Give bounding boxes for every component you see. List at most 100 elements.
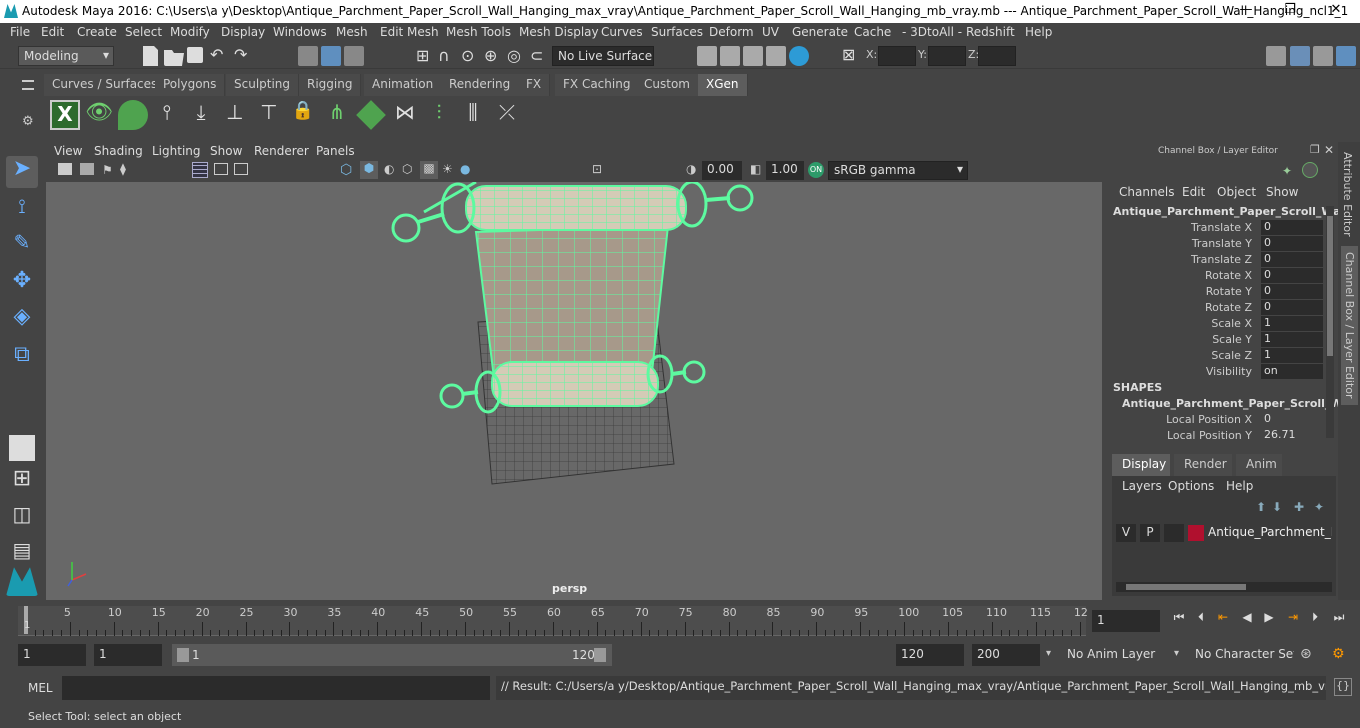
workspace-icon[interactable] [1266,46,1286,66]
xgen-preview-icon[interactable]: 👁 [84,100,114,130]
save-scene-icon[interactable] [187,47,203,63]
shelf-tab-fx-caching[interactable]: FX Caching [555,74,640,96]
shelf-options-gear-icon[interactable]: ⚙ [22,114,34,129]
channel-scale-z[interactable]: Scale Z1 [1106,348,1338,364]
shelf-tab-custom[interactable]: Custom [636,74,699,96]
shadows-icon[interactable]: ● [460,162,470,176]
channel-scale-y[interactable]: Scale Y1 [1106,332,1338,348]
viewport-menu-show[interactable]: Show [210,144,242,158]
xgen-sculpt-icon[interactable]: ⫶ [424,100,454,130]
playback-end-field[interactable]: 120 [896,644,964,666]
lasso-tool-icon[interactable]: ⟟ [6,194,38,226]
textured-icon[interactable]: ⬡ [402,162,412,176]
viewport-menu-panels[interactable]: Panels [316,144,355,158]
script-editor-icon[interactable]: {} [1334,678,1352,696]
menu-mesh[interactable]: Mesh [336,25,368,39]
step-forward-key-icon[interactable]: ⇥ [1286,610,1300,624]
channel-box-scroll-thumb[interactable] [1327,216,1333,356]
exposure-icon[interactable]: ◑ [686,162,696,176]
layer-row[interactable]: V P Antique_Parchment_Pap [1116,524,1332,544]
script-language-label[interactable]: MEL [28,681,53,695]
step-back-key-icon[interactable]: ⇤ [1216,610,1230,624]
layer-tab-display[interactable]: Display [1112,454,1170,476]
render-settings-icon[interactable] [766,46,786,66]
film-gate-icon[interactable] [214,163,228,175]
move-layer-down-icon[interactable]: ⬇ [1272,500,1282,514]
transform-mode-icon[interactable]: ⊠ [842,45,855,64]
menu-3dtoall[interactable]: - 3DtoAll - [902,25,962,39]
exposure-field[interactable]: 0.00 [702,161,742,180]
channel-box-menu-show[interactable]: Show [1266,185,1298,199]
layer-type-toggle[interactable] [1164,524,1184,542]
xgen-place-guides-icon[interactable]: ⤓ [186,100,216,130]
select-component-icon[interactable] [344,46,364,66]
wireframe-on-shaded-icon[interactable]: ◐ [384,162,394,176]
step-back-frame-icon[interactable]: ⏴ [1194,610,1208,624]
menu-curves[interactable]: Curves [601,25,643,39]
playback-settings-icon[interactable]: ⚙ [1332,646,1345,662]
menu-cache[interactable]: Cache [854,25,891,39]
xgen-delete-guides-icon[interactable]: ⤫ [492,100,522,130]
layer-color-swatch[interactable] [1188,525,1204,541]
select-hierarchy-icon[interactable] [298,46,318,66]
use-all-lights-icon[interactable]: ☀ [442,162,453,176]
menu-select[interactable]: Select [125,25,162,39]
snap-magnet-icon[interactable]: ⊂ [530,46,543,65]
gamma-icon[interactable]: ◧ [750,162,761,176]
menu-surfaces[interactable]: Surfaces [651,25,703,39]
perspective-viewport[interactable]: persp [46,182,1102,600]
menu-mesh-tools[interactable]: Mesh Tools [446,25,511,39]
menu-uv[interactable]: UV [762,25,779,39]
channel-box-layer-editor-tab[interactable]: Channel Box / Layer Editor [1341,246,1358,405]
image-plane-icon[interactable]: ⧫ [120,162,126,176]
channel-local-position-x[interactable]: Local Position X0 [1106,412,1338,428]
z-field[interactable] [978,46,1016,66]
go-to-start-icon[interactable]: ⏮ [1172,610,1186,624]
range-slider[interactable]: 1 120 [172,644,612,666]
shelf-tab-xgen[interactable]: XGen [698,74,748,96]
layer-menu-layers[interactable]: Layers [1122,479,1162,493]
xgen-comb-icon[interactable]: ⫼ [458,100,488,130]
two-view-layout-icon[interactable]: ◫ [6,502,38,534]
menu-mesh-display[interactable]: Mesh Display [519,25,599,39]
menu-edit-mesh[interactable]: Edit Mesh [380,25,439,39]
anim-layer-chevron-icon[interactable]: ▾ [1046,648,1051,659]
character-set-dropdown[interactable]: No Character Set [1190,644,1294,666]
channel-visibility[interactable]: Visibility on [1106,364,1338,380]
outliner-layout-icon[interactable]: ▤ [6,538,38,570]
play-forwards-icon[interactable]: ▶ [1262,610,1276,624]
shelf-tab-rendering[interactable]: Rendering [441,74,520,96]
channel-rotate-x[interactable]: Rotate X0 [1106,268,1338,284]
menu-edit[interactable]: Edit [41,25,64,39]
time-slider[interactable]: 1 5 10 15 20 25 30 35 40 45 50 55 60 65 70 75 80 85 90 95 1… [0,602,1360,638]
four-view-layout-icon[interactable]: ⊞ [6,466,38,498]
mode-selector[interactable]: Modeling ▾ [18,46,114,66]
current-frame-field[interactable]: 1 [1092,610,1160,632]
ipr-render-icon[interactable] [743,46,763,66]
layer-menu-options[interactable]: Options [1168,479,1214,493]
bookmark-icon[interactable]: ⚑ [102,163,113,177]
layer-tab-anim[interactable]: Anim [1236,454,1282,476]
paint-select-tool-icon[interactable]: ✎ [6,230,38,262]
menu-windows[interactable]: Windows [273,25,327,39]
shelf-tab-fx[interactable]: FX [518,74,551,96]
xgen-guides-to-curves-icon[interactable]: ⋈ [390,100,420,130]
move-layer-up-icon[interactable]: ⬆ [1256,500,1266,514]
grid-toggle-icon[interactable] [192,162,208,178]
menu-generate[interactable]: Generate [792,25,848,39]
xgen-guide-visibility-icon[interactable]: ⊤ [254,100,284,130]
shelf-tab-rigging[interactable]: Rigging [299,74,362,96]
shape-node-name[interactable]: Antique_Parchment_Paper_Scroll_W... [1122,397,1354,410]
render-frame-icon[interactable] [720,46,740,66]
step-forward-frame-icon[interactable]: ⏵ [1308,610,1322,624]
camera-icon[interactable] [58,163,72,175]
range-slider-start-handle[interactable] [177,648,189,662]
shelf-tab-animation[interactable]: Animation [364,74,443,96]
menu-help[interactable]: Help [1025,25,1052,39]
restore-button[interactable]: ❐ [1268,2,1312,21]
new-layer-icon[interactable]: ✚ [1294,500,1304,514]
channel-box-sync-icon[interactable] [1302,162,1318,178]
color-management-icon[interactable]: ON [808,162,824,178]
snap-surface-icon[interactable]: ◎ [507,46,521,65]
layer-playback-toggle[interactable]: P [1140,524,1160,542]
